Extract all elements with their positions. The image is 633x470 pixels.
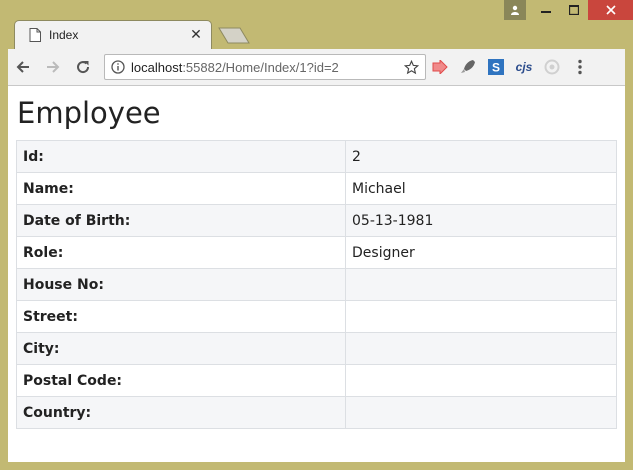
bookmark-star-icon[interactable] [404, 59, 419, 75]
row-value [345, 364, 617, 397]
table-row: Id: 2 [16, 140, 617, 173]
url-host: localhost [131, 59, 183, 75]
red-arrow-extension-icon[interactable] [426, 52, 454, 82]
forward-arrow-icon [47, 61, 60, 73]
row-value [345, 268, 617, 301]
row-value [345, 300, 617, 333]
row-label: Date of Birth: [16, 204, 346, 237]
row-label: Id: [16, 140, 346, 173]
cjs-extension-icon[interactable]: cjs [510, 52, 538, 82]
employee-details-table: Id: 2 Name: Michael Date of Birth: 05-13-19… [16, 140, 617, 429]
table-row: Street: [16, 300, 617, 333]
row-value: Designer [345, 236, 617, 269]
tab-close-icon[interactable]: ✕ [189, 27, 203, 43]
address-bar[interactable]: localhost:55882/Home/Index/1?id=2 [104, 54, 426, 80]
tab-title: Index [49, 28, 79, 42]
table-row: City: [16, 332, 617, 365]
row-value [345, 396, 617, 429]
row-label: Role: [16, 236, 346, 269]
cjs-label: cjs [515, 60, 533, 74]
row-value: Michael [345, 172, 617, 205]
maximize-icon[interactable] [560, 0, 588, 20]
table-row: Postal Code: [16, 364, 617, 397]
page-viewport: Employee Id: 2 Name: Michael Date of Birth… [8, 86, 625, 462]
row-value: 05-13-1981 [345, 204, 617, 237]
user-profile-icon[interactable] [504, 0, 526, 20]
minimize-icon[interactable] [532, 0, 560, 20]
info-icon[interactable] [111, 60, 125, 74]
page-icon [29, 28, 41, 42]
back-button[interactable] [8, 52, 38, 82]
row-value [345, 332, 617, 365]
url-text: localhost:55882/Home/Index/1?id=2 [131, 60, 404, 75]
table-row: House No: [16, 268, 617, 301]
table-row: Date of Birth: 05-13-1981 [16, 204, 617, 237]
table-row: Country: [16, 396, 617, 429]
row-label: City: [16, 332, 346, 365]
circle-extension-icon[interactable] [538, 52, 566, 82]
row-value: 2 [345, 140, 617, 173]
svg-text:S: S [492, 61, 500, 75]
row-label: Name: [16, 172, 346, 205]
forward-button[interactable] [38, 52, 68, 82]
browser-toolbar: localhost:55882/Home/Index/1?id=2 S cjs [8, 49, 625, 86]
table-row: Name: Michael [16, 172, 617, 205]
back-arrow-icon [16, 61, 29, 73]
new-tab-icon[interactable] [218, 27, 250, 44]
row-label: House No: [16, 268, 346, 301]
close-window-icon[interactable] [588, 0, 633, 20]
reload-button[interactable] [68, 52, 98, 82]
tab-strip: Index ✕ [0, 19, 633, 49]
reload-icon [77, 61, 90, 74]
table-row: Role: Designer [16, 236, 617, 269]
url-path: :55882/Home/Index/1?id=2 [182, 59, 339, 75]
rocket-extension-icon[interactable] [454, 52, 482, 82]
browser-tab[interactable]: Index ✕ [14, 20, 212, 49]
row-label: Postal Code: [16, 364, 346, 397]
row-label: Country: [16, 396, 346, 429]
page-title: Employee [17, 96, 161, 130]
s-extension-icon[interactable]: S [482, 52, 510, 82]
menu-icon[interactable] [566, 52, 594, 82]
row-label: Street: [16, 300, 346, 333]
